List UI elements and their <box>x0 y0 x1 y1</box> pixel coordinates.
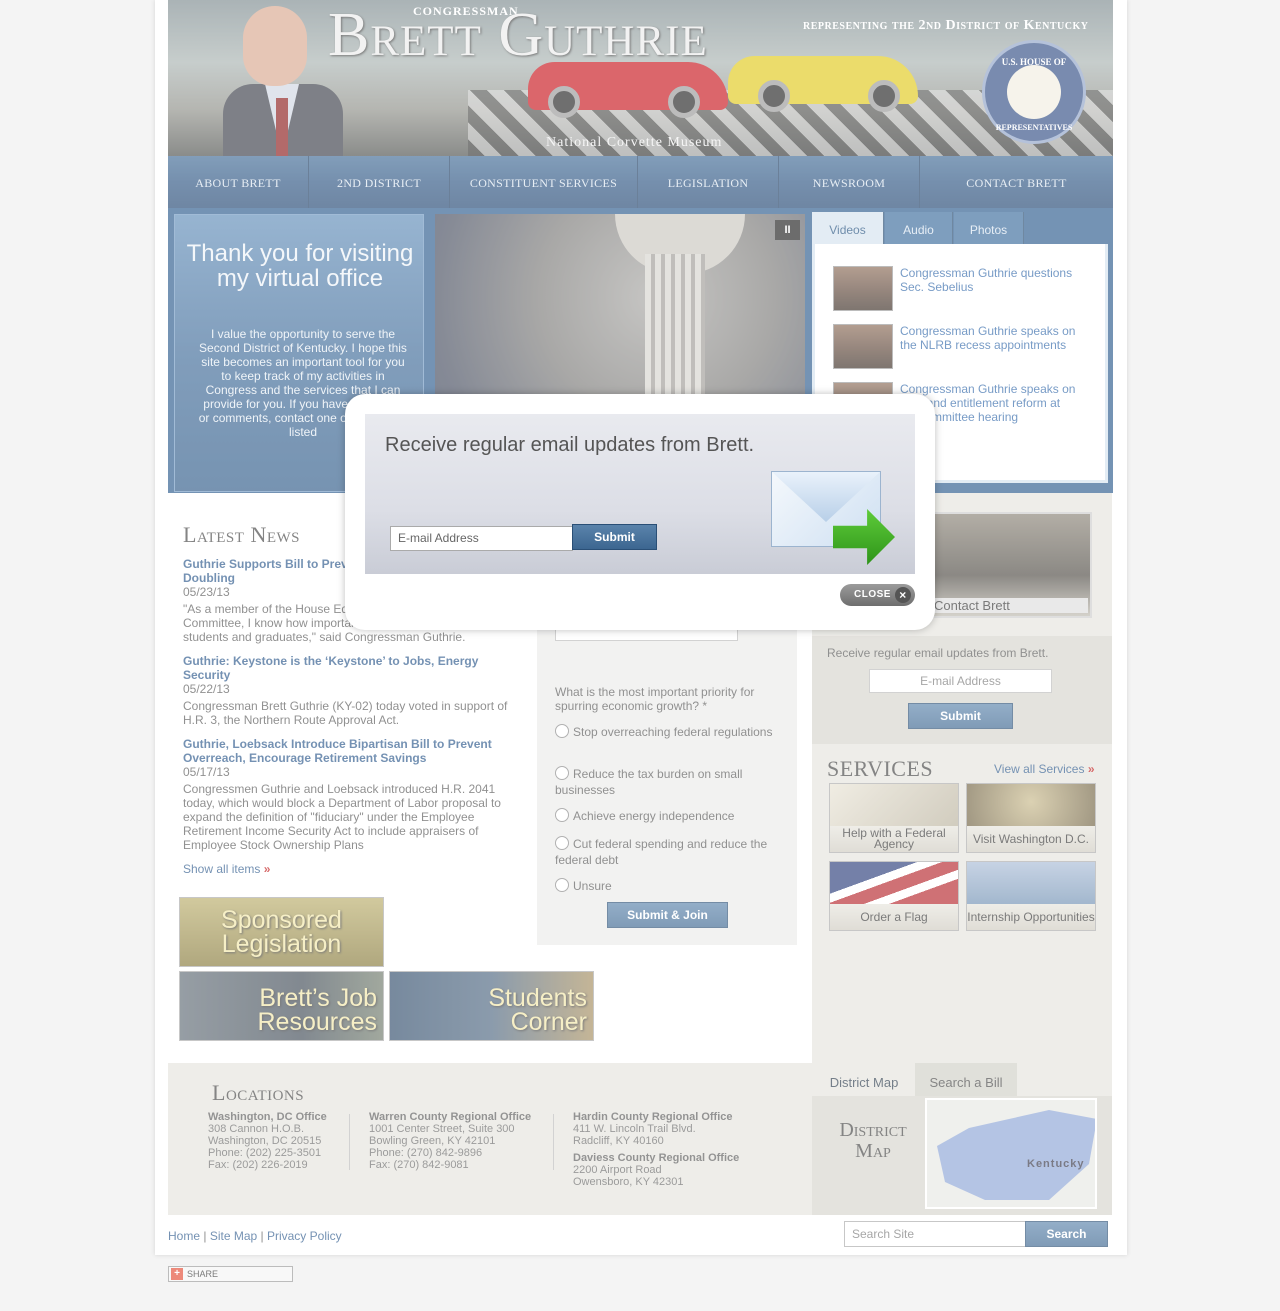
modal-overlay[interactable] <box>0 0 1280 1311</box>
email-signup-modal: Receive regular email updates from Brett… <box>345 394 935 630</box>
modal-submit-button[interactable]: Submit <box>572 524 657 550</box>
close-button[interactable]: CLOSE × <box>840 584 915 606</box>
close-icon: × <box>895 587 911 603</box>
modal-title: Receive regular email updates from Brett… <box>385 434 755 456</box>
modal-email-field[interactable]: E-mail Address <box>390 526 573 551</box>
